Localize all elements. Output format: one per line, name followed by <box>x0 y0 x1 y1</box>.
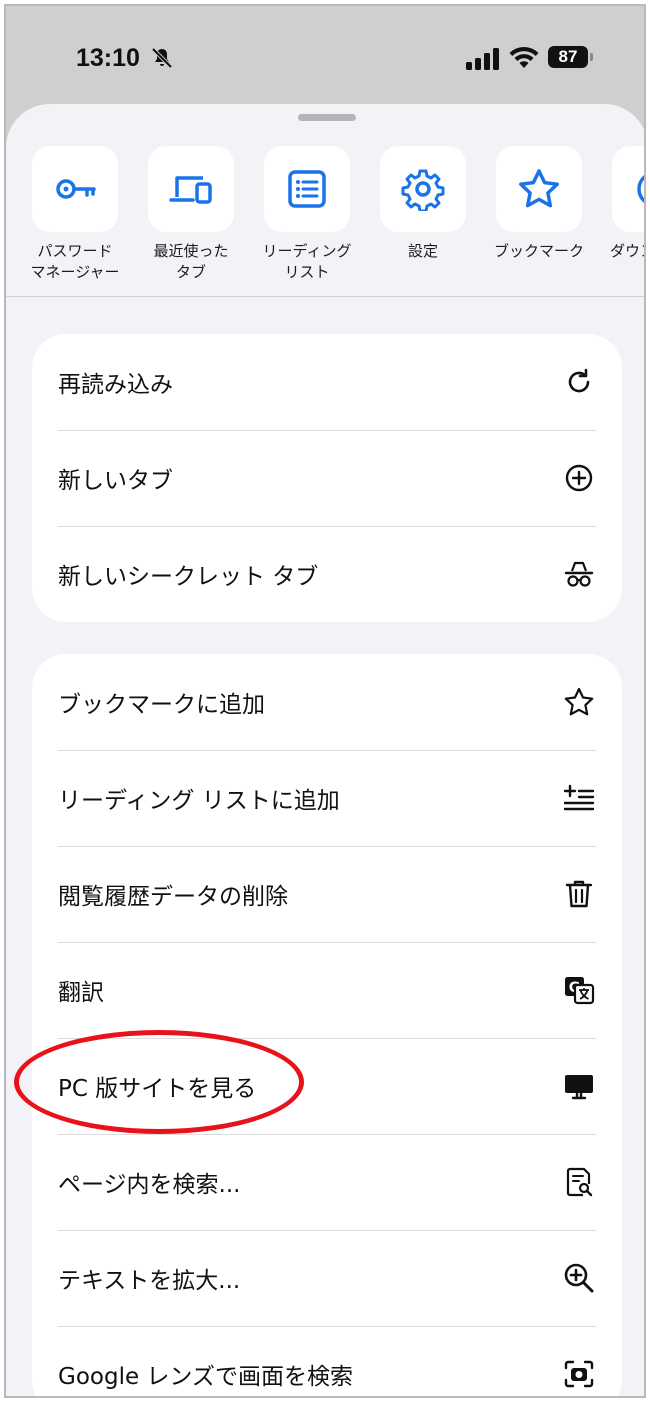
sheet-grabber[interactable] <box>298 114 356 121</box>
star-icon <box>519 169 559 208</box>
quick-action-label: リーディング リスト <box>262 242 352 281</box>
phone-screen: 13:10 87 パスワード マネージャー 最近使った タブ リーディング リス… <box>4 4 646 1398</box>
desktop-icon <box>562 1069 596 1103</box>
quick-tile[interactable] <box>148 146 234 232</box>
translate-icon: G <box>562 973 596 1007</box>
menu-item-label: 翻訳 <box>58 980 104 1006</box>
battery-indicator: 87 <box>548 46 588 68</box>
quick-actions-row[interactable]: パスワード マネージャー 最近使った タブ リーディング リスト 設定 ブックマ… <box>6 104 644 297</box>
menu-item-reload[interactable]: 再読み込み <box>32 334 622 430</box>
find-in-page-icon <box>562 1165 596 1199</box>
lens-icon <box>562 1357 596 1391</box>
quick-action-label: ダウンロード <box>609 242 644 260</box>
zoom-in-icon <box>562 1261 596 1295</box>
quick-action-reading-list[interactable]: リーディング リスト <box>252 146 362 283</box>
menu-item-request-desktop-site[interactable]: PC 版サイトを見る <box>32 1038 622 1134</box>
menu-item-add-reading-list[interactable]: リーディング リストに追加 <box>32 750 622 846</box>
devices-icon <box>169 176 212 204</box>
menu-card-tabs: 再読み込み 新しいタブ 新しいシークレット タブ <box>32 334 622 622</box>
menu-item-label: PC 版サイトを見る <box>58 1076 257 1102</box>
quick-action-downloads[interactable]: ダウンロード <box>600 146 644 262</box>
menu-item-label: ページ内を検索... <box>58 1172 241 1198</box>
quick-tile[interactable] <box>32 146 118 232</box>
quick-tile[interactable] <box>612 146 644 232</box>
menu-item-add-bookmark[interactable]: ブックマークに追加 <box>32 654 622 750</box>
quick-tile[interactable] <box>380 146 466 232</box>
star-outline-icon <box>562 685 596 719</box>
menu-item-translate[interactable]: 翻訳 G <box>32 942 622 1038</box>
menu-item-label: リーディング リストに追加 <box>58 788 340 814</box>
quick-action-label: ブックマーク <box>493 242 584 260</box>
menu-item-clear-browsing-data[interactable]: 閲覧履歴データの削除 <box>32 846 622 942</box>
status-time: 13:10 <box>76 44 140 72</box>
quick-tile[interactable] <box>264 146 350 232</box>
plus-circle-icon <box>562 461 596 495</box>
trash-icon <box>562 877 596 911</box>
gear-icon <box>401 169 445 211</box>
reading-list-icon <box>288 170 326 208</box>
menu-item-label: Google レンズで画面を検索 <box>58 1364 353 1390</box>
menu-item-label: 再読み込み <box>58 372 173 398</box>
menu-item-label: 閲覧履歴データの削除 <box>58 884 288 910</box>
menu-item-label: 新しいシークレット タブ <box>58 564 319 590</box>
quick-tile[interactable] <box>496 146 582 232</box>
add-to-list-icon <box>562 781 596 815</box>
menu-item-label: テキストを拡大... <box>58 1268 241 1294</box>
menu-item-new-incognito-tab[interactable]: 新しいシークレット タブ <box>32 526 622 622</box>
status-bar: 13:10 87 <box>6 6 644 106</box>
quick-action-label: パスワード マネージャー <box>30 242 120 281</box>
quick-action-label: 最近使った タブ <box>153 242 229 281</box>
menu-item-label: ブックマークに追加 <box>58 692 265 718</box>
menu-item-find-in-page[interactable]: ページ内を検索... <box>32 1134 622 1230</box>
menu-sheet: パスワード マネージャー 最近使った タブ リーディング リスト 設定 ブックマ… <box>6 104 644 1396</box>
menu-item-zoom-text[interactable]: テキストを拡大... <box>32 1230 622 1326</box>
reload-icon <box>562 365 596 399</box>
cellular-signal-icon <box>466 48 499 70</box>
quick-action-bookmarks[interactable]: ブックマーク <box>484 146 594 262</box>
menu-item-label: 新しいタブ <box>58 468 173 494</box>
quick-action-settings[interactable]: 設定 <box>368 146 478 262</box>
quick-action-recent-tabs[interactable]: 最近使った タブ <box>136 146 246 283</box>
menu-card-page-actions: ブックマークに追加 リーディング リストに追加 閲覧履歴データの削除 翻訳 PC… <box>32 654 622 1396</box>
battery-cap <box>590 53 593 61</box>
silent-bell-icon <box>151 47 173 69</box>
quick-action-label: 設定 <box>407 242 438 260</box>
incognito-icon <box>562 557 596 591</box>
wifi-icon <box>509 46 539 68</box>
key-icon <box>56 179 96 199</box>
download-icon <box>637 175 644 203</box>
menu-item-new-tab[interactable]: 新しいタブ <box>32 430 622 526</box>
quick-action-password-manager[interactable]: パスワード マネージャー <box>20 146 130 283</box>
menu-item-google-lens[interactable]: Google レンズで画面を検索 <box>32 1326 622 1396</box>
